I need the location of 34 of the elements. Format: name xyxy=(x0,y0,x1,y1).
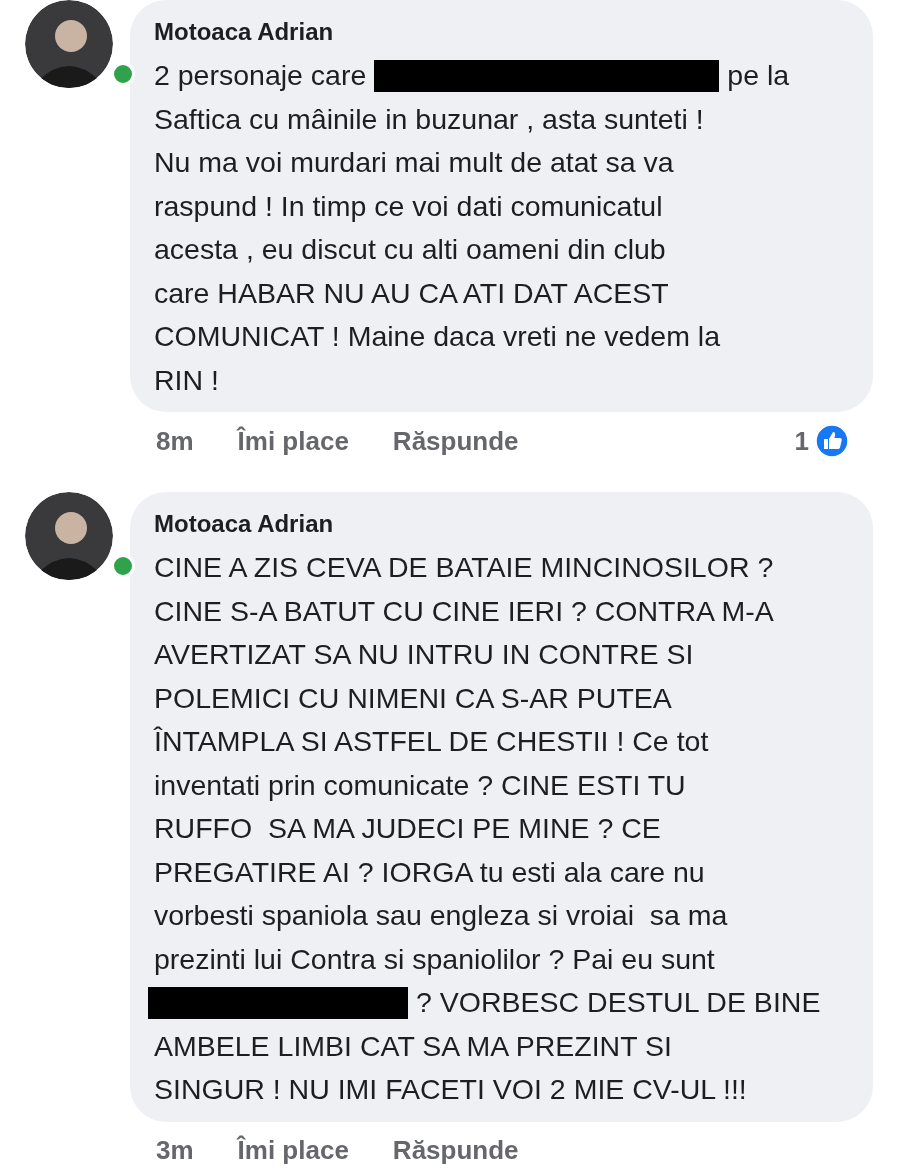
comment-text: inventati prin comunicate ? CINE ESTI TU xyxy=(154,768,686,802)
comment-text: SINGUR ! NU IMI FACETI VOI 2 MIE CV-UL !!! xyxy=(154,1073,747,1107)
comment-text: CINE A ZIS CEVA DE BATAIE MINCINOSILOR ? xyxy=(154,551,774,585)
comment-text: COMUNICAT ! Maine daca vreti ne vedem la xyxy=(154,320,720,354)
comment-text: pe la xyxy=(727,59,790,93)
comment-text: CINE S-A BATUT CU CINE IERI ? CONTRA M-A xyxy=(154,594,774,628)
comment-time: 8m xyxy=(156,425,194,457)
comment-text: RUFFO SA MA JUDECI PE MINE ? CE xyxy=(154,812,661,846)
comment-text: ÎNTAMPLA SI ASTFEL DE CHESTII ! Ce tot xyxy=(154,725,709,759)
comment-time: 3m xyxy=(156,1135,194,1166)
reply-link[interactable]: Răspunde xyxy=(392,425,519,457)
comment-text: POLEMICI CU NIMENI CA S-AR PUTEA xyxy=(154,681,672,715)
comment-text: RIN ! xyxy=(154,363,219,397)
author-name[interactable]: Motoaca Adrian xyxy=(154,18,334,46)
comment-text: AMBELE LIMBI CAT SA MA PREZINT SI xyxy=(154,1029,672,1063)
like-link[interactable]: Îmi place xyxy=(237,425,349,457)
comment-text: AVERTIZAT SA NU INTRU IN CONTRE SI xyxy=(154,638,694,672)
like-link[interactable]: Îmi place xyxy=(237,1135,349,1166)
avatar-icon[interactable] xyxy=(25,492,113,580)
comment-text: 2 personaje care xyxy=(154,59,367,93)
comment-text: ? VORBESC DESTUL DE BINE xyxy=(416,986,821,1020)
author-name[interactable]: Motoaca Adrian xyxy=(154,510,334,538)
comment-text: care HABAR NU AU CA ATI DAT ACEST xyxy=(154,276,669,310)
comment-text: vorbesti spaniola sau engleza si vroiai sa ma xyxy=(154,899,728,933)
thumbs-up-icon[interactable] xyxy=(815,424,849,458)
reply-link[interactable]: Răspunde xyxy=(392,1135,519,1166)
comment-text: Nu ma voi murdari mai mult de atat sa va xyxy=(154,146,674,180)
avatar-icon[interactable] xyxy=(25,0,113,88)
comment-text: Saftica cu mâinile in buzunar , asta sunteti ! xyxy=(154,102,704,136)
comment-text: raspund ! In timp ce voi dati comunicatul xyxy=(154,189,663,223)
reaction-count[interactable]: 1 xyxy=(794,425,809,457)
comment-text: acesta , eu discut cu alti oameni din club xyxy=(154,233,666,267)
comment-text: prezinti lui Contra si spaniolilor ? Pai eu sunt xyxy=(154,942,715,976)
comment-text: PREGATIRE AI ? IORGA tu esti ala care nu xyxy=(154,855,705,889)
